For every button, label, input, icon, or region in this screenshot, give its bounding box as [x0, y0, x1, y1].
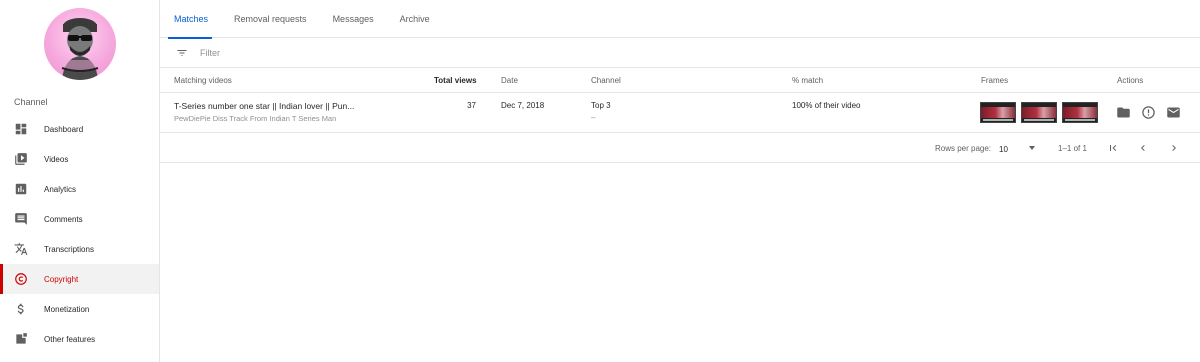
translate-icon: [14, 242, 28, 256]
match-value: 100% of their video: [792, 101, 861, 110]
filter-input[interactable]: [200, 47, 500, 58]
sidebar-item-label: Copyright: [44, 274, 79, 284]
frame-thumbnail[interactable]: [1062, 102, 1098, 123]
other-features-icon: [14, 332, 28, 346]
page-range: 1–1 of 1: [1058, 144, 1087, 153]
comments-icon: [14, 212, 28, 226]
sidebar-item-label: Monetization: [44, 304, 90, 314]
sidebar-nav: Dashboard Videos Analytics Comments Tran…: [0, 114, 159, 354]
tab-removal-requests[interactable]: Removal requests: [220, 0, 319, 38]
tab-messages[interactable]: Messages: [319, 0, 386, 38]
sidebar-item-copyright[interactable]: Copyright: [0, 264, 159, 294]
row-actions: [1116, 105, 1181, 120]
mail-icon[interactable]: [1166, 105, 1181, 120]
header-channel[interactable]: Channel: [591, 76, 621, 85]
video-title[interactable]: T-Series number one star || Indian lover…: [174, 101, 354, 111]
sidebar-item-monetization[interactable]: Monetization: [0, 294, 159, 324]
sidebar: Channel Dashboard Videos Analytics Comme…: [0, 0, 160, 362]
frames-strip[interactable]: [980, 102, 1098, 123]
rows-per-page-label: Rows per page:: [935, 144, 992, 153]
copyright-icon: [14, 272, 28, 286]
tab-bar: Matches Removal requests Messages Archiv…: [160, 0, 1200, 39]
sidebar-item-label: Videos: [44, 154, 69, 164]
report-icon[interactable]: [1141, 105, 1156, 120]
sidebar-item-label: Dashboard: [44, 124, 84, 134]
filter-icon[interactable]: [176, 47, 188, 59]
first-page-icon[interactable]: [1107, 142, 1119, 154]
header-frames: Frames: [981, 76, 1009, 85]
channel-avatar[interactable]: [44, 8, 116, 80]
filter-bar: [160, 38, 1200, 68]
sidebar-item-label: Transcriptions: [44, 244, 94, 254]
caret-down-icon: [1029, 146, 1035, 150]
dashboard-icon: [14, 122, 28, 136]
main-content: Matches Removal requests Messages Archiv…: [160, 0, 1200, 362]
header-actions: Actions: [1117, 76, 1144, 85]
frame-thumbnail[interactable]: [1021, 102, 1057, 123]
sidebar-item-dashboard[interactable]: Dashboard: [0, 114, 159, 144]
folder-icon[interactable]: [1116, 105, 1131, 120]
header-match[interactable]: % match: [792, 76, 823, 85]
analytics-icon: [14, 182, 28, 196]
sidebar-item-other-features[interactable]: Other features: [0, 324, 159, 354]
sidebar-section-label: Channel: [14, 97, 48, 107]
total-views-value: 37: [467, 101, 476, 110]
sidebar-item-analytics[interactable]: Analytics: [0, 174, 159, 204]
pagination-bar: Rows per page: 10 1–1 of 1: [160, 133, 1200, 163]
table-row[interactable]: T-Series number one star || Indian lover…: [160, 93, 1200, 133]
rows-per-page-select[interactable]: 10: [999, 143, 1039, 155]
frame-thumbnail[interactable]: [980, 102, 1016, 123]
header-date[interactable]: Date: [501, 76, 518, 85]
dollar-icon: [14, 302, 28, 316]
channel-subtext: –: [591, 113, 596, 122]
videos-icon: [14, 152, 28, 166]
next-page-icon[interactable]: [1168, 142, 1180, 154]
previous-page-icon[interactable]: [1137, 142, 1149, 154]
table-header: Matching videos Total views Date Channel…: [160, 68, 1200, 93]
header-matching-videos[interactable]: Matching videos: [174, 76, 232, 85]
date-value: Dec 7, 2018: [501, 101, 545, 110]
sidebar-item-label: Analytics: [44, 184, 77, 194]
sidebar-item-comments[interactable]: Comments: [0, 204, 159, 234]
video-subtitle: PewDiePie Diss Track From Indian T Serie…: [174, 114, 337, 123]
sidebar-item-label: Other features: [44, 334, 96, 344]
header-total-views[interactable]: Total views: [434, 76, 477, 85]
rows-per-page-value: 10: [999, 144, 1008, 154]
tab-archive[interactable]: Archive: [386, 0, 442, 38]
sidebar-item-videos[interactable]: Videos: [0, 144, 159, 174]
sidebar-item-transcriptions[interactable]: Transcriptions: [0, 234, 159, 264]
sidebar-item-label: Comments: [44, 214, 83, 224]
channel-name[interactable]: Top 3: [591, 101, 611, 110]
tab-matches[interactable]: Matches: [160, 0, 220, 39]
